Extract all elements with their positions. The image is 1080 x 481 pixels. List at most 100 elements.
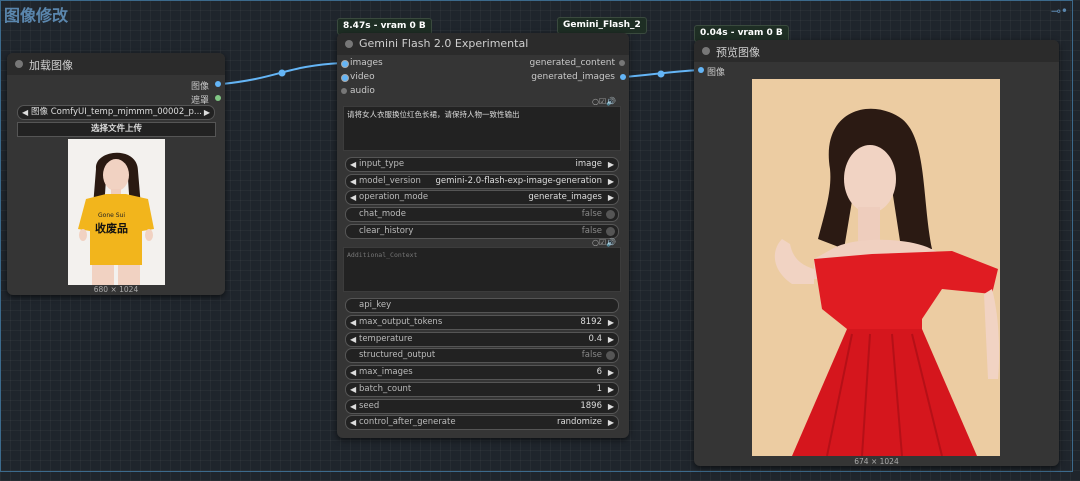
widget-value: false <box>581 209 602 219</box>
widget-name: structured_output <box>359 350 436 360</box>
output-label-generated-content: generated_content <box>529 58 615 68</box>
input-label-image: 图像 <box>707 68 726 78</box>
arrow-left-icon[interactable]: ◀ <box>350 175 356 188</box>
widget-name: control_after_generate <box>359 417 456 427</box>
arrow-right-icon[interactable]: ▶ <box>608 175 614 188</box>
widget-value: false <box>581 350 602 360</box>
input-socket-images[interactable] <box>341 60 349 68</box>
prompt-textarea[interactable]: 请将女人衣服换位红色长裙，请保持人物一致性输出 <box>343 106 621 151</box>
node-title-bar[interactable]: 加载图像 <box>7 53 225 75</box>
widget-value: 0.4 <box>588 334 602 344</box>
arrow-right-icon[interactable]: ▶ <box>608 333 614 346</box>
arrow-right-icon[interactable]: ▶ <box>608 416 614 429</box>
arrow-left-icon[interactable]: ◀ <box>350 383 356 396</box>
arrow-left-icon[interactable]: ◀ <box>350 416 356 429</box>
widget-name: clear_history <box>359 226 414 236</box>
widget-input-type[interactable]: ◀ input_type image ▶ <box>345 157 619 172</box>
toggle-icon[interactable] <box>606 227 615 236</box>
input-socket-video[interactable] <box>341 74 349 82</box>
node-title: 加载图像 <box>29 59 73 72</box>
toggle-icon[interactable] <box>606 210 615 219</box>
widget-value: generate_images <box>528 192 602 202</box>
node-title-bar[interactable]: 预览图像 <box>694 40 1059 62</box>
node-title-bar[interactable]: Gemini Flash 2.0 Experimental <box>337 33 629 55</box>
widget-batch-count[interactable]: ◀ batch_count 1 ▶ <box>345 382 619 397</box>
widget-control-after-generate[interactable]: ◀ control_after_generate randomize ▶ <box>345 415 619 430</box>
widget-value: false <box>581 226 602 236</box>
arrow-left-icon[interactable]: ◀ <box>22 106 28 119</box>
collapse-dot-icon[interactable] <box>345 40 353 48</box>
input-label-images: images <box>350 58 383 68</box>
widget-name: model_version <box>359 176 421 186</box>
arrow-left-icon[interactable]: ◀ <box>350 191 356 204</box>
widget-name: operation_mode <box>359 192 429 202</box>
arrow-right-icon[interactable]: ▶ <box>608 383 614 396</box>
arrow-left-icon[interactable]: ◀ <box>350 158 356 171</box>
widget-api-key[interactable]: api_key <box>345 298 619 313</box>
image-size-caption: 674 × 1024 <box>854 457 899 466</box>
widget-max-output-tokens[interactable]: ◀ max_output_tokens 8192 ▶ <box>345 315 619 330</box>
widget-clear-history[interactable]: clear_history false <box>345 224 619 239</box>
widget-value: 1 <box>596 384 602 394</box>
input-label-video: video <box>350 72 375 82</box>
shirt-text-small: Gone Sui <box>98 212 125 219</box>
node-title: 预览图像 <box>716 46 760 59</box>
output-socket-image[interactable] <box>215 81 221 87</box>
loaded-image-thumbnail: Gone Sui 收废品 <box>68 139 165 285</box>
widget-temperature[interactable]: ◀ temperature 0.4 ▶ <box>345 332 619 347</box>
upload-button-label: 选择文件上传 <box>90 124 142 134</box>
textarea-tools-icon[interactable]: ○☑🔊 <box>592 238 616 247</box>
preview-image-node[interactable]: 预览图像 图像 674 × 1024 <box>694 40 1059 466</box>
widget-seed[interactable]: ◀ seed 1896 ▶ <box>345 399 619 414</box>
arrow-left-icon[interactable]: ◀ <box>350 316 356 329</box>
arrow-right-icon[interactable]: ▶ <box>608 366 614 379</box>
toggle-icon[interactable] <box>606 351 615 360</box>
arrow-left-icon[interactable]: ◀ <box>350 400 356 413</box>
collapse-dot-icon[interactable] <box>15 60 23 68</box>
widget-max-images[interactable]: ◀ max_images 6 ▶ <box>345 365 619 380</box>
gemini-flash-node[interactable]: Gemini Flash 2.0 Experimental images vid… <box>337 33 629 438</box>
output-label-image: 图像 <box>190 82 209 92</box>
output-socket-generated-content[interactable] <box>619 60 625 66</box>
widget-name: batch_count <box>359 384 412 394</box>
arrow-right-icon[interactable]: ▶ <box>204 106 210 119</box>
collapse-dot-icon[interactable] <box>702 47 710 55</box>
input-socket-image[interactable] <box>698 67 704 73</box>
widget-operation-mode[interactable]: ◀ operation_mode generate_images ▶ <box>345 190 619 205</box>
widget-structured-output[interactable]: structured_output false <box>345 348 619 363</box>
output-label-generated-images: generated_images <box>531 72 615 82</box>
preview-image <box>752 79 1000 456</box>
widget-value: 1896 <box>580 401 602 411</box>
output-socket-mask[interactable] <box>215 95 221 101</box>
woman-red-dress-image <box>752 79 1000 456</box>
arrow-right-icon[interactable]: ▶ <box>608 400 614 413</box>
shirt-text-large: 收废品 <box>95 221 128 235</box>
output-socket-generated-images[interactable] <box>620 74 626 80</box>
image-select-combo[interactable]: ◀ 图像 ComfyUI_temp_mjmmm_00002_p... ▶ <box>17 105 215 120</box>
textarea-tools-icon[interactable]: ○☑🔊 <box>592 97 616 106</box>
widget-name: seed <box>359 401 380 411</box>
arrow-right-icon[interactable]: ▶ <box>608 316 614 329</box>
arrow-left-icon[interactable]: ◀ <box>350 366 356 379</box>
image-select-value: ComfyUI_temp_mjmmm_00002_p... <box>50 107 202 117</box>
upload-button[interactable]: 选择文件上传 <box>17 122 216 137</box>
input-socket-audio[interactable] <box>341 88 347 94</box>
arrow-right-icon[interactable]: ▶ <box>608 191 614 204</box>
input-label-audio: audio <box>350 86 375 96</box>
widget-name: max_output_tokens <box>359 317 443 327</box>
widget-value: 8192 <box>580 317 602 327</box>
arrow-left-icon[interactable]: ◀ <box>350 333 356 346</box>
context-textarea[interactable]: Additional_Context <box>343 247 621 292</box>
image-size-caption: 680 × 1024 <box>93 285 139 294</box>
widget-name: chat_mode <box>359 209 406 219</box>
load-image-node[interactable]: 加载图像 图像 遮罩 ◀ 图像 ComfyUI_temp_mjmmm_00002… <box>7 53 225 295</box>
context-placeholder: Additional_Context <box>347 251 418 259</box>
prompt-text: 请将女人衣服换位红色长裙，请保持人物一致性输出 <box>347 110 520 119</box>
widget-value: image <box>575 159 602 169</box>
arrow-right-icon[interactable]: ▶ <box>608 158 614 171</box>
widget-chat-mode[interactable]: chat_mode false <box>345 207 619 222</box>
widget-model-version[interactable]: ◀ model_version gemini-2.0-flash-exp-ima… <box>345 174 619 189</box>
link-midpoint <box>657 70 665 78</box>
widget-name: temperature <box>359 334 413 344</box>
girl-yellow-shirt-image: Gone Sui 收废品 <box>68 139 165 285</box>
